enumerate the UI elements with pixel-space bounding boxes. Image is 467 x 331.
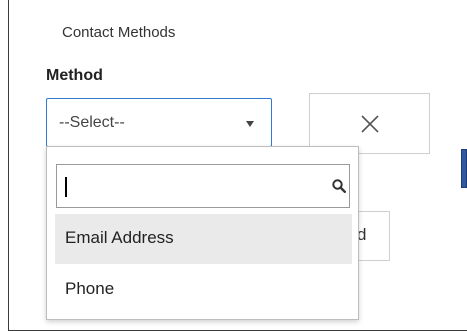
method-label: Method (46, 67, 103, 84)
option-label: Email Address (65, 228, 174, 247)
option-label: Phone (65, 279, 115, 298)
option-email-address[interactable]: Email Address (55, 214, 352, 264)
option-phone[interactable]: Phone (55, 265, 352, 315)
caret-down-icon (246, 121, 254, 127)
close-icon (361, 115, 379, 133)
text-cursor (65, 177, 67, 197)
remove-button[interactable] (309, 93, 430, 154)
method-dropdown-panel: Email Address Phone (46, 146, 359, 320)
dropdown-search-input[interactable] (56, 164, 350, 208)
select-value: --Select-- (59, 114, 125, 131)
offscreen-blue-button-edge[interactable] (461, 149, 467, 188)
search-icon (332, 179, 346, 193)
method-select[interactable]: --Select-- (46, 98, 272, 147)
section-title: Contact Methods (62, 24, 176, 41)
